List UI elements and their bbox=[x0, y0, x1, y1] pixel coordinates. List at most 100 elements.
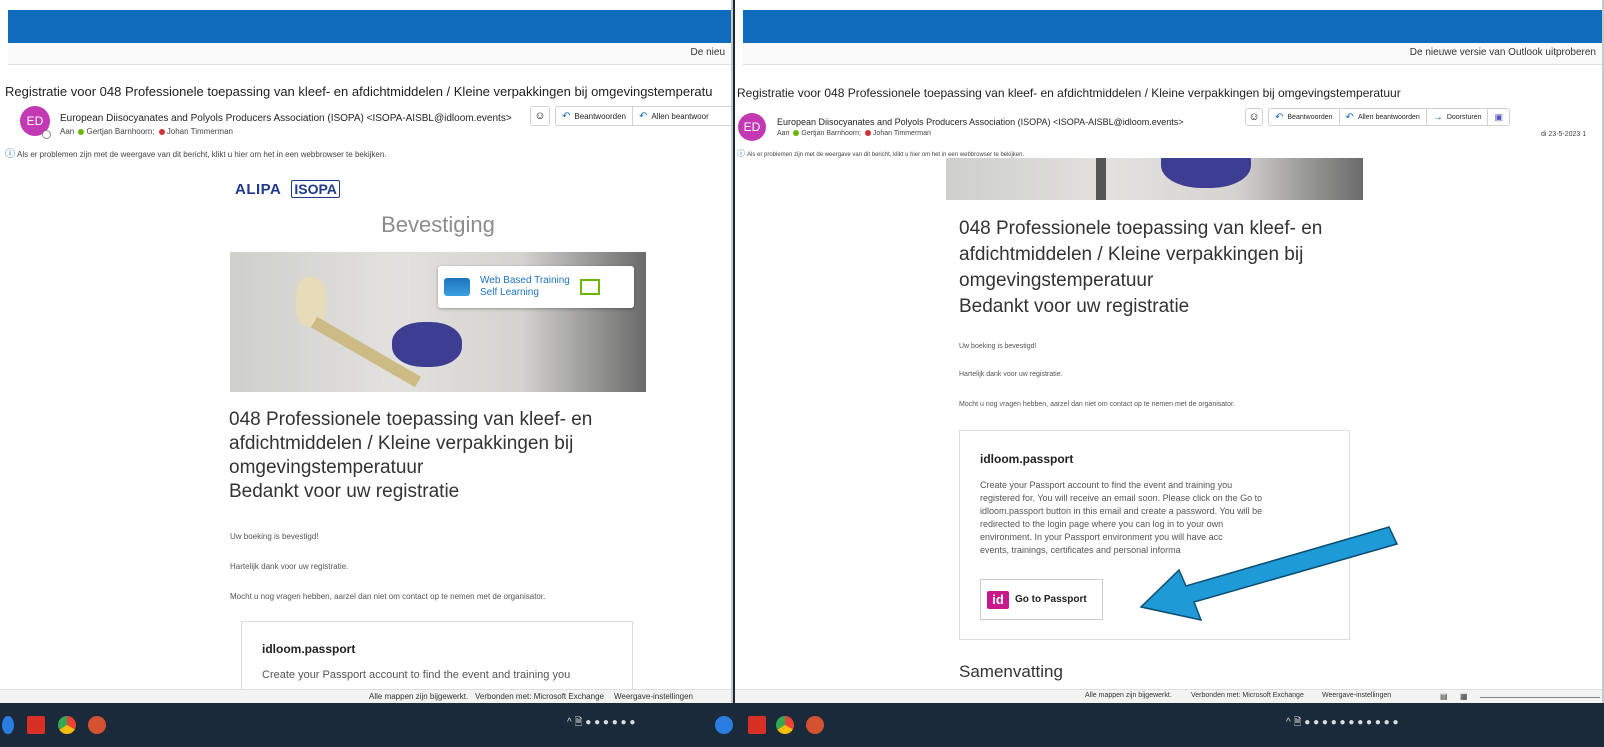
box-text-line-1: Create your Passport account to find the… bbox=[980, 480, 1233, 490]
new-outlook-link[interactable]: De nieu bbox=[691, 47, 725, 58]
to-label: Aan bbox=[777, 130, 790, 137]
chrome-icon[interactable] bbox=[58, 716, 76, 734]
sender-name[interactable]: European Diisocyanates and Polyols Produ… bbox=[60, 113, 512, 124]
event-title: 048 Professionele toepassing van kleef- … bbox=[959, 216, 1379, 320]
logos: ALIPA ISOPA bbox=[235, 180, 340, 198]
alipa-logo: ALIPA bbox=[235, 180, 282, 198]
sync-status: Alle mappen zijn bijgewerkt. bbox=[369, 692, 469, 701]
to-label: Aan bbox=[60, 127, 75, 136]
browser-info-link[interactable]: ⓘ Als er problemen zijn met de weergave v… bbox=[5, 145, 387, 160]
zoom-slider[interactable] bbox=[1480, 697, 1600, 698]
presence-red-icon bbox=[864, 130, 871, 137]
title-line-4: Bedankt voor uw registratie bbox=[959, 296, 1190, 317]
new-outlook-link[interactable]: De nieuwe versie van Outlook uitproberen bbox=[1410, 47, 1596, 58]
status-bar: Alle mappen zijn bijgewerkt. Verbonden m… bbox=[0, 689, 731, 703]
annotation-arrow-icon bbox=[1139, 526, 1399, 622]
recipient-2[interactable]: Johan Timmerman bbox=[167, 127, 233, 136]
booking-confirmed: Uw boeking is bevestigd! bbox=[230, 532, 319, 541]
view-reading-icon[interactable]: ▦ bbox=[1460, 692, 1468, 701]
tray-right[interactable]: ^ 🗎 ● ● ● ● ● ● ● ● ● ● ● bbox=[1286, 715, 1399, 732]
recipients: Aan Gertjan Barnhoorn; Johan Timmerman bbox=[777, 130, 931, 137]
powerpoint-icon-2[interactable] bbox=[806, 716, 824, 734]
pdf-icon[interactable] bbox=[27, 716, 45, 734]
title-line-2: afdichtmiddelen / Kleine verpakkingen bi… bbox=[959, 244, 1304, 265]
box-text-line-3: idloom.passport button in this email and… bbox=[980, 506, 1263, 516]
new-outlook-bar: De nieuwe versie van Outlook uitproberen bbox=[743, 43, 1602, 65]
reply-all-label: Allen beantwoor bbox=[651, 111, 709, 121]
browser-info-text: Als er problemen zijn met de weergave va… bbox=[17, 150, 387, 159]
forward-button[interactable]: → Doorsturen bbox=[1427, 109, 1489, 125]
view-settings[interactable]: Weergave-instellingen bbox=[1322, 692, 1391, 699]
reply-label: Beantwoorden bbox=[1287, 113, 1333, 121]
booking-confirmed: Uw boeking is bevestigd! bbox=[959, 343, 1037, 350]
contact-text: Mocht u nog vragen hebben, aarzel dan ni… bbox=[959, 401, 1235, 408]
email-subject: Registratie voor 048 Professionele toepa… bbox=[737, 86, 1401, 100]
thanks-text: Hartelijk dank voor uw registratie. bbox=[230, 562, 349, 571]
title-line-2: afdichtmiddelen / Kleine verpakkingen bi… bbox=[229, 433, 574, 454]
title-line-3: omgevingstemperatuur bbox=[229, 457, 424, 478]
contact-text: Mocht u nog vragen hebben, aarzel dan ni… bbox=[230, 592, 546, 601]
reply-icon: ↶ bbox=[562, 110, 571, 122]
reply-button[interactable]: ↶ Beantwoorden bbox=[556, 107, 633, 125]
reply-all-label: Allen beantwoorden bbox=[1357, 113, 1420, 121]
reply-all-button[interactable]: ↶ Allen beantwoor bbox=[633, 107, 715, 125]
glove bbox=[1161, 158, 1251, 188]
box-text-line-2: registered for. You will receive an emai… bbox=[980, 493, 1263, 503]
reply-icon: ↶ bbox=[1275, 111, 1284, 123]
sender-name[interactable]: European Diisocyanates and Polyols Produ… bbox=[777, 117, 1184, 127]
info-icon: ⓘ bbox=[5, 149, 15, 160]
teams-icon-2[interactable] bbox=[715, 716, 733, 734]
reply-all-button[interactable]: ↶ Allen beantwoorden bbox=[1340, 109, 1427, 125]
badge-line-2: Self Learning bbox=[480, 287, 539, 298]
reply-button[interactable]: ↶ Beantwoorden bbox=[1269, 109, 1340, 125]
info-icon: ⓘ bbox=[737, 149, 745, 158]
reply-all-icon: ↶ bbox=[1345, 111, 1354, 123]
reply-label: Beantwoorden bbox=[574, 111, 626, 121]
teams-icon[interactable] bbox=[2, 716, 14, 734]
passport-box-title: idloom.passport bbox=[980, 452, 1074, 466]
title-line-3: omgevingstemperatuur bbox=[959, 270, 1154, 291]
status-bar: Alle mappen zijn bijgewerkt. Verbonden m… bbox=[735, 689, 1602, 703]
view-settings[interactable]: Weergave-instellingen bbox=[614, 692, 693, 701]
training-badge: Web Based Training Self Learning bbox=[438, 266, 634, 308]
new-outlook-bar: De nieu bbox=[8, 43, 731, 65]
presence-green-icon bbox=[793, 130, 800, 137]
recipient-1[interactable]: Gertjan Barnhoorn; bbox=[86, 127, 154, 136]
go-to-passport-button[interactable]: id Go to Passport bbox=[980, 579, 1103, 620]
summary-heading: Samenvatting bbox=[959, 662, 1063, 681]
idloom-icon: id bbox=[987, 590, 1009, 609]
react-emoji-button[interactable]: ☺ bbox=[530, 106, 550, 126]
hero-image: Web Based Training Self Learning bbox=[230, 252, 646, 392]
chrome-icon-2[interactable] bbox=[776, 716, 794, 734]
pdf-icon-2[interactable] bbox=[748, 716, 766, 734]
forward-label: Doorsturen bbox=[1446, 113, 1482, 121]
reply-actions: ↶ Beantwoorden ↶ Allen beantwoorden → Doors… bbox=[1268, 108, 1510, 126]
title-bar bbox=[8, 10, 731, 43]
isopa-logo: ISOPA bbox=[291, 180, 340, 198]
recipient-1[interactable]: Gertjan Barnhoorn; bbox=[801, 130, 861, 137]
react-emoji-button[interactable]: ☺ bbox=[1245, 108, 1263, 126]
thanks-text: Hartelijk dank voor uw registratie. bbox=[959, 371, 1063, 378]
event-title: 048 Professionele toepassing van kleef- … bbox=[229, 408, 669, 504]
title-line-1: 048 Professionele toepassing van kleef- … bbox=[959, 218, 1323, 239]
hero-image bbox=[946, 158, 1363, 200]
confirmation-heading: Bevestiging bbox=[381, 212, 495, 237]
connection-status: Verbonden met: Microsoft Exchange bbox=[1191, 692, 1304, 699]
view-normal-icon[interactable]: ▤ bbox=[1440, 692, 1448, 701]
sender-avatar: ED bbox=[738, 113, 766, 141]
recipient-2[interactable]: Johan Timmerman bbox=[873, 130, 931, 137]
certificate-icon bbox=[579, 279, 600, 295]
avatar-initials: ED bbox=[26, 114, 44, 128]
powerpoint-icon[interactable] bbox=[88, 716, 106, 734]
tray-left[interactable]: ^ 🗎 ● ● ● ● ● ● bbox=[567, 715, 635, 732]
connection-status: Verbonden met: Microsoft Exchange bbox=[475, 692, 604, 701]
laptop-icon bbox=[444, 278, 470, 296]
teams-button[interactable]: ▣ bbox=[1488, 109, 1509, 125]
email-subject: Registratie voor 048 Professionele toepa… bbox=[5, 84, 713, 99]
avatar-initials: ED bbox=[743, 120, 761, 134]
sync-status: Alle mappen zijn bijgewerkt. bbox=[1085, 692, 1172, 699]
presence-red-icon bbox=[158, 128, 165, 135]
recipients: Aan Gertjan Barnhoorn; Johan Timmerman bbox=[60, 127, 233, 136]
taskbar: ^ 🗎 ● ● ● ● ● ● ^ 🗎 ● ● ● ● ● ● ● ● ● ● … bbox=[0, 703, 1604, 747]
go-to-passport-label: Go to Passport bbox=[1015, 594, 1087, 605]
